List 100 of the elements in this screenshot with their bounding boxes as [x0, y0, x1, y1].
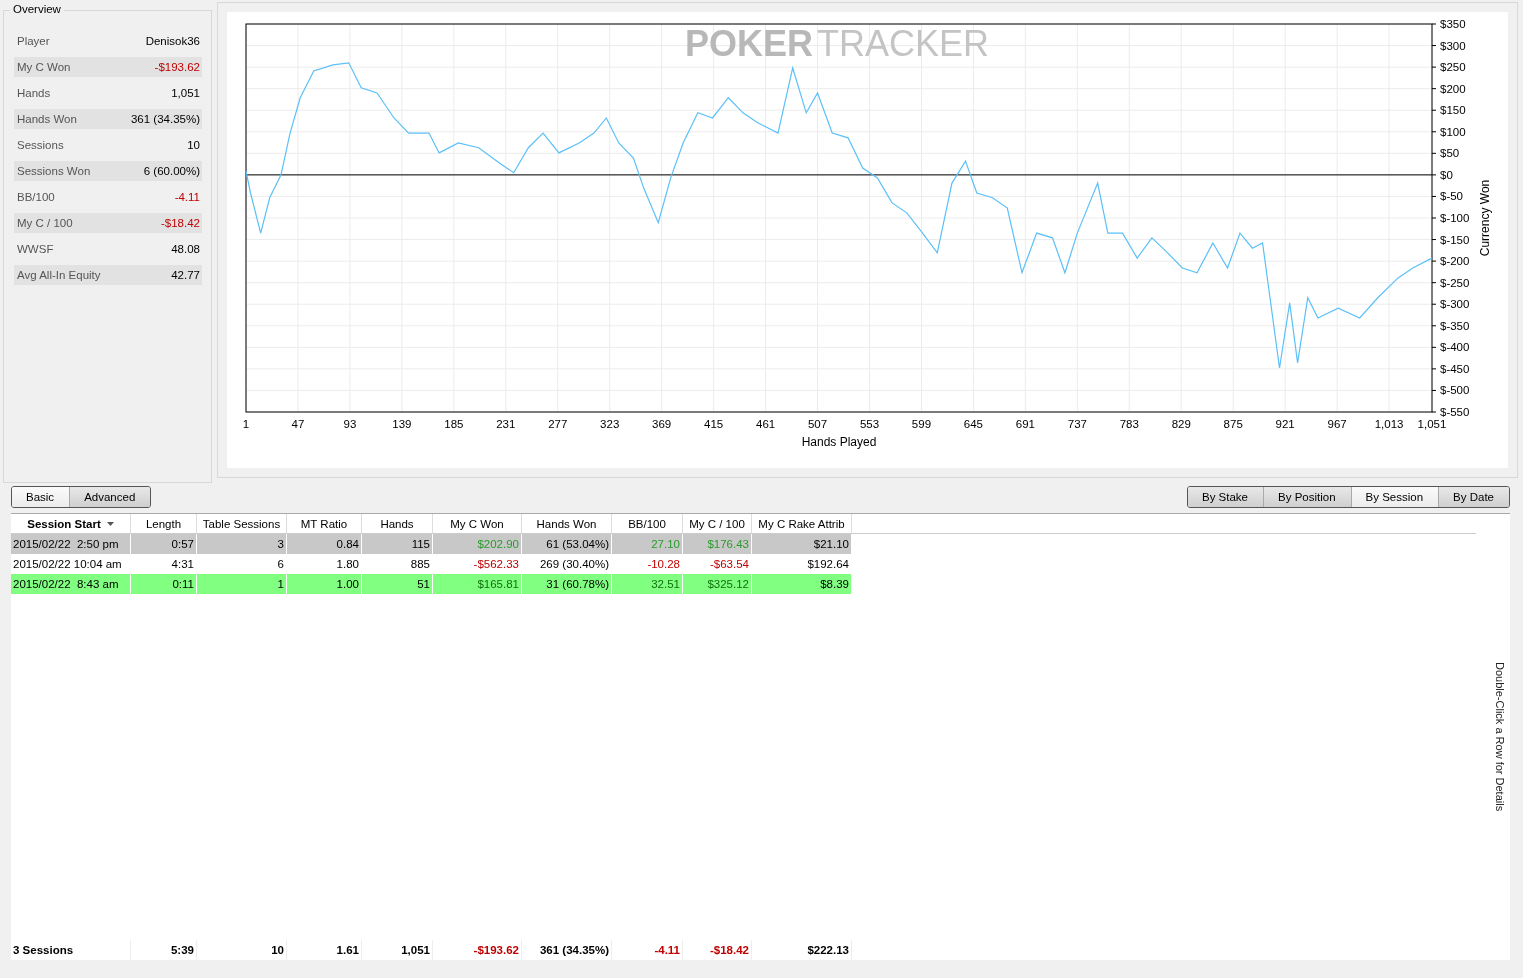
- group-tab[interactable]: By Stake: [1188, 487, 1263, 507]
- y-tick-label: $-300: [1440, 298, 1470, 311]
- x-tick-label: 737: [1067, 418, 1087, 430]
- y-tick-label: $-250: [1440, 276, 1470, 289]
- table-cell: -10.28: [647, 557, 680, 571]
- stat-label: Sessions: [17, 139, 64, 151]
- table-cell: -$63.54: [710, 557, 749, 571]
- x-tick-label: 967: [1327, 418, 1347, 430]
- column-header[interactable]: Table Sessions: [197, 514, 287, 533]
- x-tick-label: 47: [291, 418, 305, 430]
- total-cell: -$193.62: [433, 940, 522, 960]
- column-header[interactable]: My C / 100: [683, 514, 752, 533]
- x-tick-label: 553: [859, 418, 880, 430]
- column-header[interactable]: Session Start: [11, 514, 131, 533]
- table-row[interactable]: 2015/02/22 2:50 pm 0:57 3 0.84 115 $202.90 61 (53.04%) 27.10 $176.43 $21.10: [11, 534, 852, 554]
- table-cell: 0:11: [172, 577, 194, 591]
- stat-value: -$18.42: [161, 217, 200, 229]
- x-tick-label: 875: [1223, 418, 1243, 430]
- y-tick-label: $-400: [1440, 341, 1470, 354]
- table-cell: 31 (60.78%): [546, 577, 609, 591]
- table-cell: 0:57: [171, 537, 194, 551]
- x-tick-label: 921: [1275, 418, 1295, 430]
- y-tick-label: $50: [1440, 147, 1460, 160]
- total-cell: -4.11: [612, 940, 683, 960]
- table-cell: 1.00: [336, 577, 359, 591]
- table-cell: $325.12: [707, 577, 749, 591]
- total-cell: $222.13: [752, 940, 852, 960]
- watermark-logo-text: POKER: [684, 23, 813, 64]
- stat-label: Hands Won: [17, 113, 77, 125]
- panel-title: Overview: [10, 3, 64, 15]
- x-tick-label: 231: [496, 418, 516, 430]
- table-cell: $192.64: [807, 557, 849, 571]
- view-tab[interactable]: Basic: [12, 487, 70, 507]
- stat-label: My C / 100: [17, 217, 73, 229]
- column-header[interactable]: Hands Won: [522, 514, 612, 533]
- x-axis-title: Hands Played: [801, 435, 877, 449]
- stat-label: BB/100: [17, 191, 55, 203]
- y-tick-label: $-450: [1440, 362, 1470, 375]
- x-tick-label: 1,051: [1417, 418, 1447, 430]
- table-cell: 32.51: [651, 577, 680, 591]
- table-cell: 115: [411, 537, 430, 551]
- y-tick-label: $-200: [1440, 255, 1470, 268]
- total-cell: 3 Sessions: [11, 940, 131, 960]
- x-tick-label: 185: [444, 418, 464, 430]
- table-cell: 27.10: [651, 537, 680, 551]
- table-cell: $21.10: [813, 537, 849, 551]
- stat-value: -4.11: [174, 191, 200, 203]
- total-cell: 361 (34.35%): [522, 940, 612, 960]
- stat-label: Hands: [17, 87, 51, 99]
- group-tab[interactable]: By Date: [1438, 487, 1509, 507]
- stat-label: My C Won: [17, 61, 71, 73]
- table-cell: 4:31: [171, 557, 194, 571]
- x-tick-label: 691: [1015, 418, 1035, 430]
- stat-label: Sessions Won: [17, 165, 91, 177]
- column-header[interactable]: Hands: [362, 514, 433, 533]
- table-row[interactable]: 2015/02/22 8:43 am 0:11 1 1.00 51 $165.81 31 (60.78%) 32.51 $325.12 $8.39: [11, 574, 852, 594]
- y-tick-label: $200: [1440, 82, 1466, 95]
- total-cell: 1,051: [362, 940, 433, 960]
- column-header[interactable]: My C Rake Attrib: [752, 514, 852, 533]
- y-tick-label: $-150: [1440, 233, 1470, 246]
- watermark-logo-text: TRACKER: [817, 23, 990, 64]
- table-cell: 885: [410, 557, 430, 571]
- table-cell: 0.84: [336, 537, 359, 551]
- stat-value: 6 (60.00%): [143, 165, 200, 177]
- stat-value: 10: [187, 139, 200, 151]
- total-cell: -$18.42: [683, 940, 752, 960]
- y-tick-label: $-350: [1440, 319, 1470, 332]
- column-header[interactable]: BB/100: [612, 514, 683, 533]
- y-tick-label: $-100: [1440, 212, 1470, 224]
- x-tick-label: 369: [652, 418, 672, 430]
- column-header[interactable]: My C Won: [433, 514, 522, 533]
- x-tick-label: 645: [963, 418, 983, 430]
- x-tick-label: 461: [756, 418, 776, 430]
- column-header[interactable]: Length: [131, 514, 197, 533]
- sort-caret-icon: [106, 521, 114, 526]
- total-cell: 1.61: [287, 940, 362, 960]
- group-tab[interactable]: By Position: [1263, 487, 1351, 507]
- table-cell: -$562.33: [473, 557, 519, 571]
- stat-value: 1,051: [171, 87, 200, 99]
- group-tab[interactable]: By Session: [1350, 487, 1439, 507]
- y-tick-label: $0: [1440, 168, 1453, 181]
- x-tick-label: 507: [807, 418, 828, 430]
- table-cell: $8.39: [820, 577, 849, 591]
- x-tick-label: 415: [704, 418, 724, 430]
- table-cell: 1.80: [336, 557, 359, 571]
- stat-label: Player: [17, 35, 50, 47]
- table-cell: 2015/02/22 2:50 pm: [13, 537, 119, 551]
- y-axis-title: Currency Won: [1478, 179, 1492, 257]
- table-cell: $165.81: [477, 577, 519, 591]
- x-tick-label: 599: [911, 418, 932, 430]
- column-header[interactable]: MT Ratio: [287, 514, 362, 533]
- x-tick-label: 277: [548, 418, 568, 430]
- view-tab[interactable]: Advanced: [69, 487, 151, 507]
- table-cell: 269 (30.40%): [539, 557, 609, 571]
- y-tick-label: $350: [1440, 18, 1466, 30]
- total-cell: 5:39: [131, 940, 197, 960]
- total-cell: 10: [197, 940, 287, 960]
- stat-value: 361 (34.35%): [130, 113, 200, 125]
- x-tick-label: 139: [392, 418, 412, 430]
- y-tick-label: $300: [1440, 39, 1466, 52]
